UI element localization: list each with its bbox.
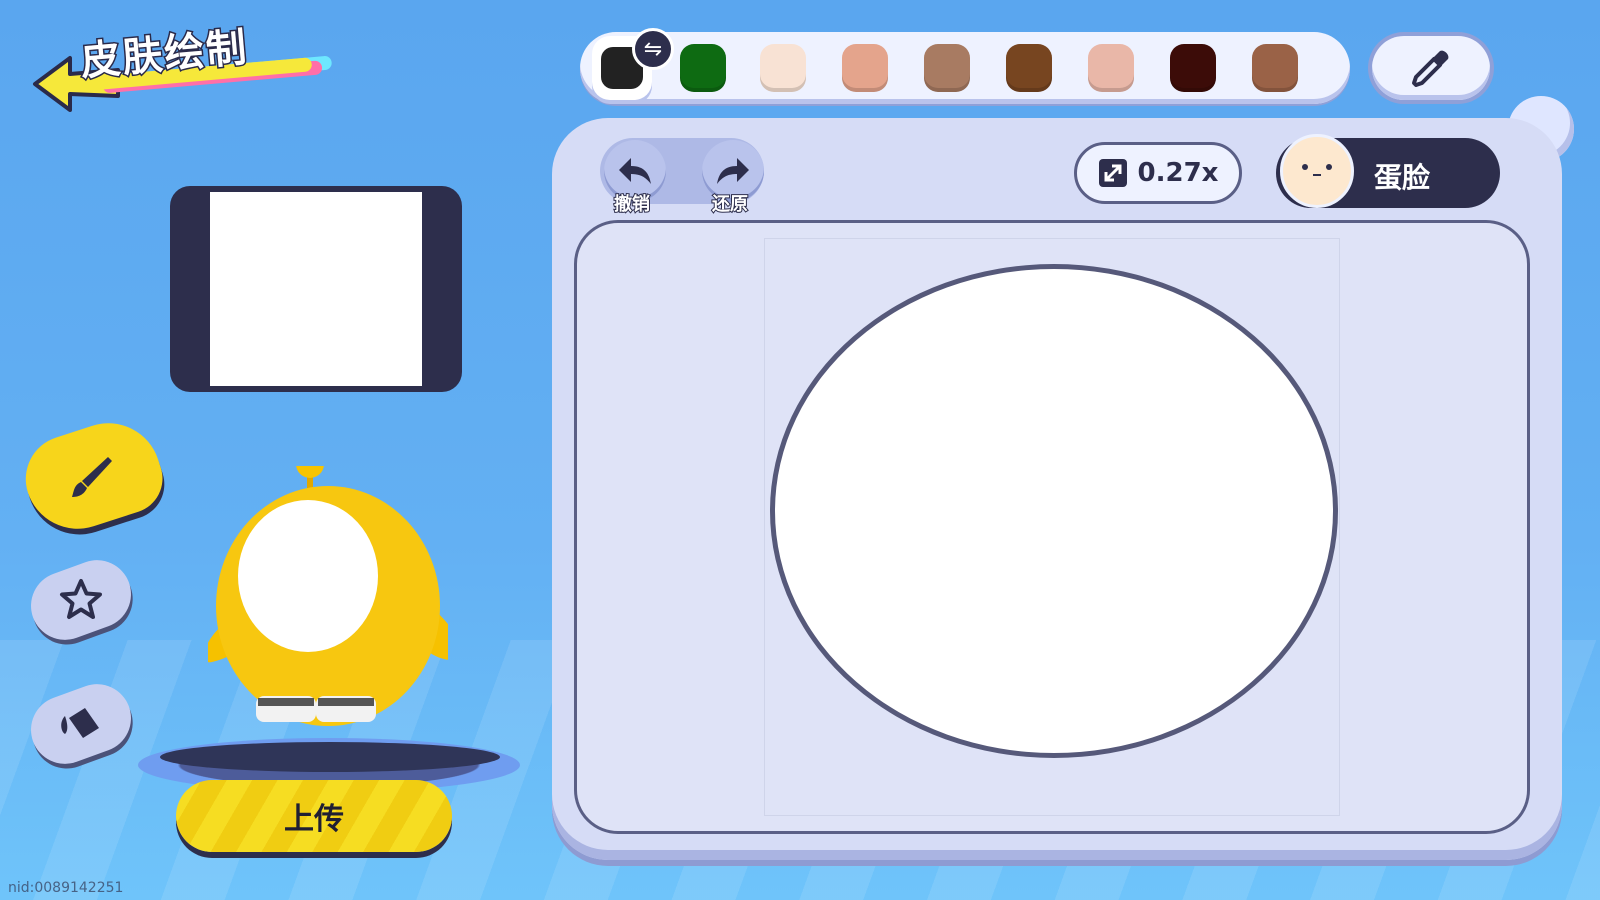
undo-label: 撤销 [613,193,651,216]
eyedropper-icon [1412,50,1449,87]
eggy-character-preview[interactable] [208,466,448,726]
texture-preview-canvas [210,192,422,386]
egg-face-drawing-area[interactable] [770,264,1338,758]
color-swatch-5[interactable] [924,44,970,92]
undo-icon [619,158,651,184]
face-mode-selector[interactable]: 蛋脸 [1276,134,1500,208]
color-swatch-8[interactable] [1170,44,1216,92]
redo-icon [717,158,749,184]
sticker-tool-button[interactable] [21,550,141,650]
fill-bucket-icon [61,708,99,738]
nid-label: nid:0089142251 [8,880,124,896]
eyedropper-button[interactable] [1372,36,1490,100]
zoom-value: 0.27x [1137,158,1219,188]
pedestal-top [160,742,500,772]
face-mode-label: 蛋脸 [1374,161,1431,194]
color-swatch-4[interactable] [842,44,888,92]
expand-icon [1098,159,1127,187]
sticker-star-icon [60,579,102,619]
upload-button[interactable]: 上传 [176,780,452,852]
color-swatch-2[interactable] [680,44,726,92]
color-swatch-6[interactable] [1006,44,1052,92]
color-swatch-3[interactable] [760,44,806,92]
zoom-indicator[interactable]: 0.27x [1074,142,1242,204]
brush-tool-button[interactable] [14,409,172,543]
color-swatch-7[interactable] [1088,44,1134,92]
texture-preview [170,186,462,392]
egg-face-avatar-icon [1280,134,1354,208]
brush-icon [72,457,112,497]
swap-color-icon[interactable]: ⇋ [632,28,674,70]
page-title: 皮肤绘制 [77,15,313,91]
color-swatch-9[interactable] [1252,44,1298,92]
redo-label: 还原 [711,193,749,216]
